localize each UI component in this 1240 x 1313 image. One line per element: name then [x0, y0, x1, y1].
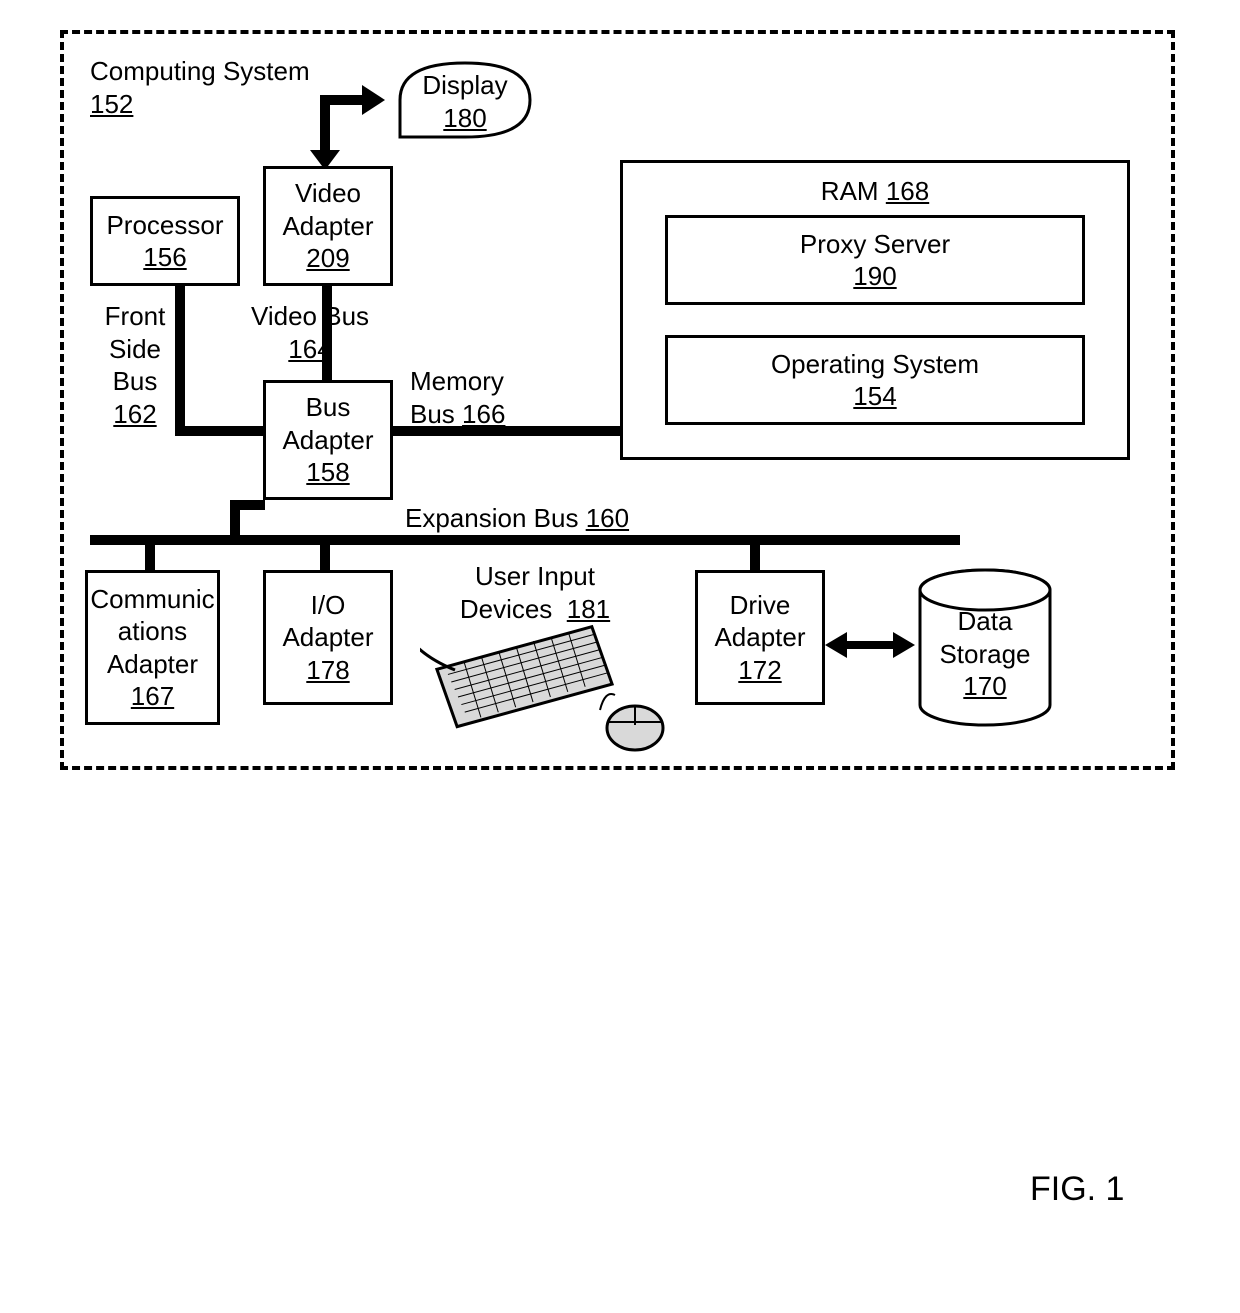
os-box: Operating System 154 — [665, 335, 1085, 425]
fsb-l1: Front — [95, 300, 175, 333]
exp-drop-3 — [750, 545, 760, 570]
bus-adapter-t1: Bus — [306, 391, 351, 424]
drive-adapter-box: Drive Adapter 172 — [695, 570, 825, 705]
fsb-line-v — [175, 286, 185, 436]
mem-bus-t1: Memory — [410, 366, 504, 396]
io-t2: Adapter — [282, 621, 373, 654]
mouse-icon — [595, 690, 675, 760]
uid-t1: User Input — [435, 560, 635, 593]
storage-arrow — [825, 620, 915, 670]
os-text: Operating System — [771, 348, 979, 381]
storage-t1: Data — [925, 605, 1045, 638]
video-bus-label: Video Bus 164 — [240, 300, 380, 365]
io-t1: I/O — [311, 589, 346, 622]
ram-num: 168 — [886, 176, 929, 206]
keyboard-icon — [420, 620, 620, 740]
comm-t2: ations — [118, 615, 187, 648]
display-arrow — [300, 60, 410, 170]
exp-bus-text: Expansion Bus — [405, 503, 578, 533]
mem-bus-t2: Bus — [410, 399, 455, 429]
ram-text: RAM — [821, 176, 879, 206]
exp-drop-2 — [320, 545, 330, 570]
exp-drop-1 — [145, 545, 155, 570]
comm-t3: Adapter — [107, 648, 198, 681]
video-adapter-t1: Video — [295, 177, 361, 210]
title-text: Computing System — [90, 55, 310, 88]
title-num: 152 — [90, 88, 310, 121]
os-num: 154 — [853, 380, 896, 413]
bus-adapter-box: Bus Adapter 158 — [263, 380, 393, 500]
proxy-text: Proxy Server — [800, 228, 950, 261]
display-label: Display 180 — [405, 69, 525, 134]
expansion-bus-line — [90, 535, 960, 545]
comm-num: 167 — [131, 680, 174, 713]
storage-label: Data Storage 170 — [925, 605, 1045, 703]
video-bus-line — [322, 286, 332, 382]
io-num: 178 — [306, 654, 349, 687]
video-adapter-t2: Adapter — [282, 210, 373, 243]
mem-bus-label: Memory Bus 166 — [410, 365, 590, 430]
fsb-label: Front Side Bus 162 — [95, 300, 175, 430]
io-adapter-box: I/O Adapter 178 — [263, 570, 393, 705]
mem-bus-line — [393, 426, 623, 436]
processor-num: 156 — [143, 241, 186, 274]
processor-text: Processor — [106, 209, 223, 242]
proxy-num: 190 — [853, 260, 896, 293]
processor-box: Processor 156 — [90, 196, 240, 286]
user-input-label: User Input Devices 181 — [435, 560, 635, 625]
storage-num: 170 — [925, 670, 1045, 703]
comm-adapter-box: Communic ations Adapter 167 — [85, 570, 220, 725]
drive-t2: Adapter — [714, 621, 805, 654]
uid-t2: Devices — [460, 594, 552, 624]
exp-bus-num: 160 — [586, 503, 629, 533]
comm-t1: Communic — [90, 583, 214, 616]
ram-header: RAM 168 — [821, 175, 929, 208]
figure-caption: FIG. 1 — [1030, 1170, 1124, 1209]
busadapter-down-h — [230, 500, 265, 510]
video-adapter-box: Video Adapter 209 — [263, 166, 393, 286]
uid-num: 181 — [567, 594, 610, 624]
fsb-l2: Side — [95, 333, 175, 366]
exp-bus-label: Expansion Bus 160 — [405, 502, 705, 535]
display-num: 180 — [405, 102, 525, 135]
mem-bus-num: 166 — [462, 399, 505, 429]
proxy-box: Proxy Server 190 — [665, 215, 1085, 305]
drive-num: 172 — [738, 654, 781, 687]
video-bus-text: Video Bus — [240, 300, 380, 333]
display-text: Display — [405, 69, 525, 102]
video-adapter-num: 209 — [306, 242, 349, 275]
drive-t1: Drive — [730, 589, 791, 622]
bus-adapter-t2: Adapter — [282, 424, 373, 457]
video-bus-num: 164 — [240, 333, 380, 366]
fsb-line-h — [175, 426, 265, 436]
title-label: Computing System 152 — [90, 55, 310, 120]
storage-t2: Storage — [925, 638, 1045, 671]
fsb-l3: Bus — [95, 365, 175, 398]
fsb-num: 162 — [95, 398, 175, 431]
bus-adapter-num: 158 — [306, 456, 349, 489]
